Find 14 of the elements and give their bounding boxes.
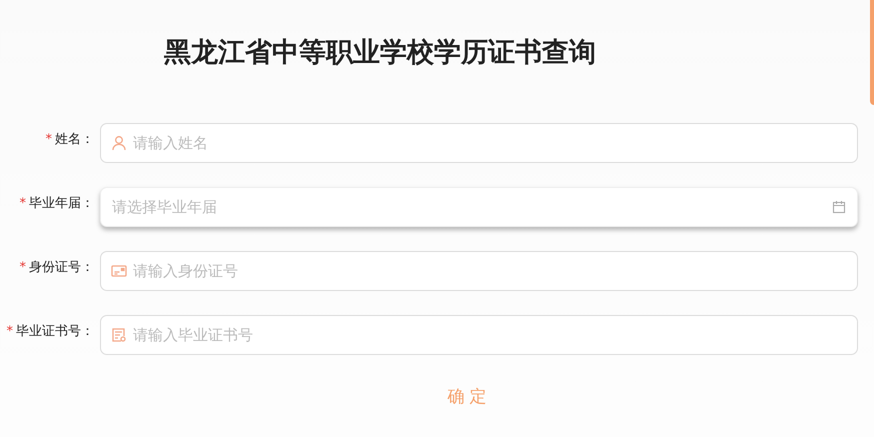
required-mark: * (46, 132, 52, 146)
field-label: 毕业年届： (29, 195, 94, 212)
required-mark: * (20, 260, 26, 274)
field-label: 身份证号： (29, 259, 94, 276)
input-field[interactable]: 请输入姓名 (100, 123, 858, 163)
required-mark: * (20, 196, 26, 210)
input-field[interactable]: 请选择毕业年届 (100, 187, 858, 227)
input-field[interactable]: 请输入身份证号 (100, 251, 858, 291)
field-label: 毕业证书号： (16, 323, 94, 340)
page-title: 黑龙江省中等职业学校学历证书查询 (164, 36, 596, 70)
input-field[interactable]: 请输入毕业证书号 (100, 315, 858, 355)
field-label: 姓名： (55, 131, 94, 148)
required-mark: * (6, 324, 13, 338)
confirm-button[interactable]: 确 定 (437, 381, 497, 412)
